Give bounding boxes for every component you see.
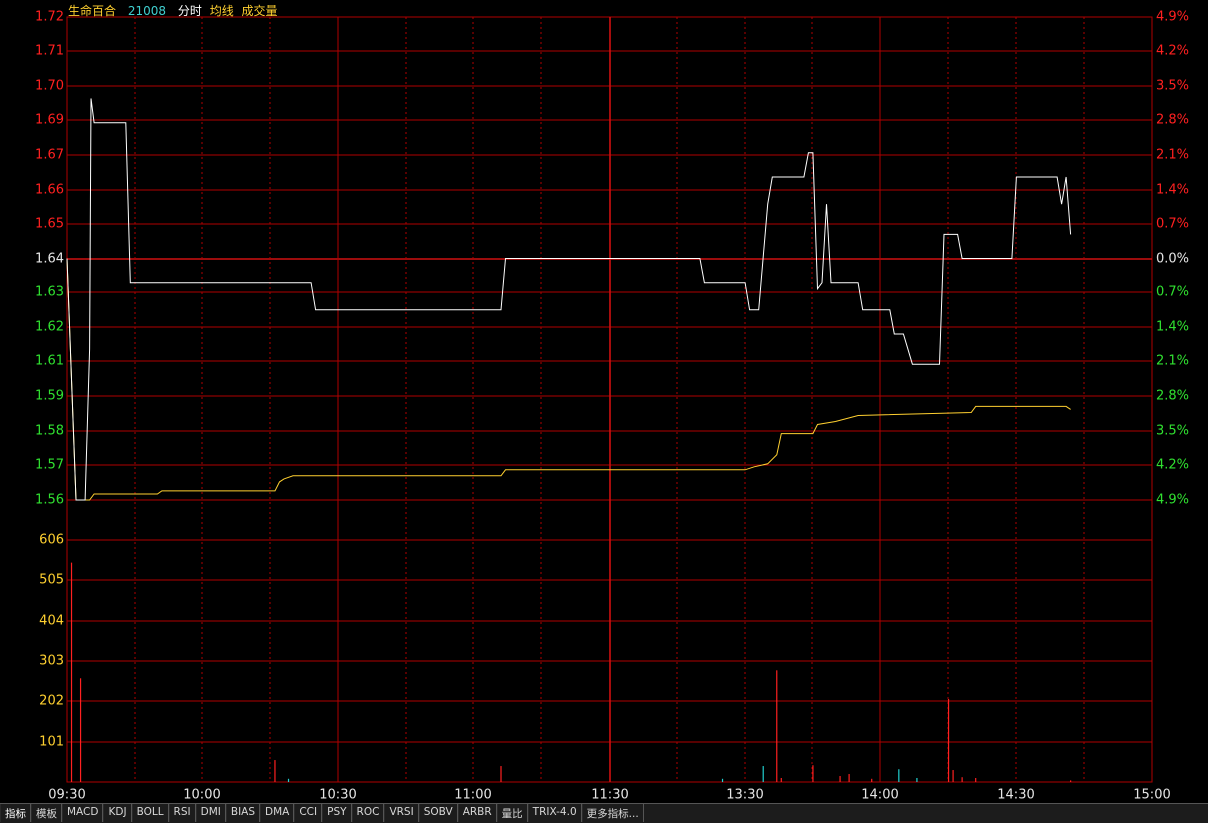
percent-axis-label: 4.2% xyxy=(1156,44,1189,59)
price-axis-label: 1.72 xyxy=(35,10,64,25)
percent-axis-label: 4.9% xyxy=(1156,493,1189,508)
indicator-tab[interactable]: BOLL xyxy=(131,804,169,822)
indicator-tab[interactable]: SOBV xyxy=(418,804,458,822)
price-axis-label: 1.66 xyxy=(35,183,64,198)
chart-header: 生命百合 21008 分时 均线 成交量 xyxy=(68,2,286,19)
indicator-tab[interactable]: CCI xyxy=(294,804,323,822)
price-axis-label: 1.64 xyxy=(35,252,64,267)
time-axis-label: 14:00 xyxy=(861,788,898,803)
indicator-tab[interactable]: 模板 xyxy=(31,804,62,822)
volume-axis-label: 606 xyxy=(39,533,64,548)
percent-axis-label: 2.8% xyxy=(1156,113,1189,128)
price-axis-label: 1.65 xyxy=(35,217,64,232)
indicator-tab-bar: 指标 模板 MACD KDJ BOLL RSI DMI BIAS DMA CCI PSY ROC VRS… xyxy=(0,803,1208,823)
time-axis-label: 11:30 xyxy=(591,788,628,803)
avg-label: 均线 xyxy=(209,4,234,18)
intraday-chart[interactable]: 1.72 1.71 1.70 1.69 1.67 1.66 1.65 1.64 1.63 1.62… xyxy=(0,0,1208,803)
indicator-tab[interactable]: DMA xyxy=(260,804,295,822)
mode-label: 分时 xyxy=(177,4,202,18)
price-axis-label: 1.69 xyxy=(35,113,64,128)
time-axis-label: 11:00 xyxy=(454,788,491,803)
indicator-tab[interactable]: PSY xyxy=(322,804,352,822)
volume-axis-label: 303 xyxy=(39,654,64,669)
price-axis-label: 1.62 xyxy=(35,320,64,335)
price-axis-label: 1.67 xyxy=(35,148,64,163)
percent-axis-label: 1.4% xyxy=(1156,183,1189,198)
indicator-tab[interactable]: DMI xyxy=(195,804,226,822)
percent-axis-label: 2.8% xyxy=(1156,389,1189,404)
indicator-tab[interactable]: 更多指标... xyxy=(581,804,644,822)
average-price-line xyxy=(66,258,1071,501)
price-axis-label: 1.70 xyxy=(35,79,64,94)
indicator-tab[interactable]: ROC xyxy=(351,804,385,822)
volume-axis-label: 505 xyxy=(39,573,64,588)
time-axis-label: 14:30 xyxy=(997,788,1034,803)
indicator-tab[interactable]: VRSI xyxy=(384,804,419,822)
volume-axis-label: 202 xyxy=(39,694,64,709)
price-axis-label: 1.59 xyxy=(35,389,64,404)
percent-axis-label: 4.9% xyxy=(1156,10,1189,25)
volume-axis-label: 404 xyxy=(39,614,64,629)
indicator-tab[interactable]: RSI xyxy=(168,804,196,822)
indicator-tab[interactable]: KDJ xyxy=(103,804,132,822)
stock-code: 21008 xyxy=(127,4,167,18)
price-axis-label: 1.63 xyxy=(35,285,64,300)
percent-axis-label: 1.4% xyxy=(1156,320,1189,335)
time-axis-label: 15:00 xyxy=(1133,788,1170,803)
stock-name: 生命百合 xyxy=(68,4,117,18)
percent-axis-label: 3.5% xyxy=(1156,79,1189,94)
time-axis-label: 09:30 xyxy=(48,788,85,803)
price-line xyxy=(66,98,1072,501)
percent-axis-label: 3.5% xyxy=(1156,424,1189,439)
price-axis-label: 1.56 xyxy=(35,493,64,508)
volume-axis-label: 101 xyxy=(39,735,64,750)
volume-label: 成交量 xyxy=(241,4,278,18)
indicator-tab[interactable]: TRIX-4.0 xyxy=(527,804,582,822)
indicator-tab[interactable]: BIAS xyxy=(225,804,261,822)
percent-axis-label: 2.1% xyxy=(1156,148,1189,163)
time-axis-label: 10:30 xyxy=(319,788,356,803)
percent-axis-label: 2.1% xyxy=(1156,354,1189,369)
indicator-tab[interactable]: 指标 xyxy=(0,804,31,822)
price-axis-label: 1.61 xyxy=(35,354,64,369)
time-axis-label: 10:00 xyxy=(183,788,220,803)
indicator-tab[interactable]: 量比 xyxy=(496,804,528,822)
indicator-tab[interactable]: ARBR xyxy=(457,804,497,822)
price-axis-label: 1.71 xyxy=(35,44,64,59)
percent-axis-label: 0.0% xyxy=(1156,252,1189,267)
price-axis-label: 1.57 xyxy=(35,458,64,473)
percent-axis-label: 0.7% xyxy=(1156,217,1189,232)
price-axis-label: 1.58 xyxy=(35,424,64,439)
percent-axis-label: 4.2% xyxy=(1156,458,1189,473)
indicator-tab[interactable]: MACD xyxy=(62,804,104,822)
time-axis-label: 13:30 xyxy=(726,788,763,803)
percent-axis-label: 0.7% xyxy=(1156,285,1189,300)
